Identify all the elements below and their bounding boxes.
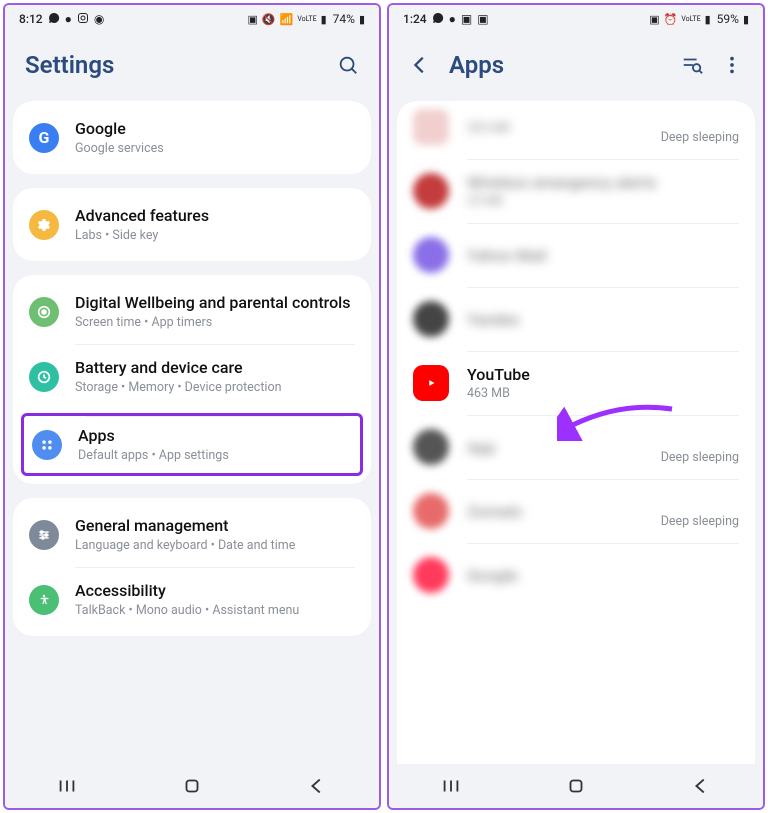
- settings-header: Settings: [5, 33, 379, 101]
- nfc-icon: ▣: [248, 13, 258, 26]
- app-icon: [413, 173, 449, 209]
- app-name: YouTube: [467, 365, 739, 384]
- status-time: 1:24: [403, 12, 427, 26]
- app-icon: [413, 109, 449, 145]
- signal-icon: ▮: [705, 13, 711, 26]
- recents-button[interactable]: [440, 775, 462, 797]
- page-title: Settings: [25, 51, 114, 79]
- page-title: Apps: [449, 51, 504, 79]
- app-icon: [413, 301, 449, 337]
- settings-item-battery-care[interactable]: Battery and device care Storage • Memory…: [13, 344, 371, 409]
- image-icon: ▣: [477, 12, 488, 26]
- app-icon: [413, 429, 449, 465]
- camera-icon: ◉: [94, 12, 104, 26]
- filter-search-icon[interactable]: [681, 54, 703, 76]
- wellbeing-icon: [29, 297, 59, 327]
- settings-item-google[interactable]: G Google Google services: [13, 105, 371, 170]
- battery-icon: ▮: [359, 13, 365, 26]
- settings-item-accessibility[interactable]: Accessibility TalkBack • Mono audio • As…: [13, 567, 371, 632]
- battery-icon: ▮: [743, 13, 749, 26]
- status-time: 8:12: [19, 12, 43, 26]
- app-row-youtube[interactable]: YouTube 463 MB: [397, 351, 755, 415]
- app-icon: [413, 237, 449, 273]
- app-row[interactable]: Yahoo Mail: [397, 223, 755, 287]
- phone-settings: 8:12 ● ◉ ▣ 🔇 📶 VoLTE ▮ 74% ▮ Settings: [3, 3, 381, 810]
- settings-content: G Google Google services Advanced featur…: [5, 101, 379, 764]
- app-icon: [413, 557, 449, 593]
- wifi-icon: 📶: [280, 13, 294, 26]
- back-button[interactable]: [306, 775, 328, 797]
- back-icon[interactable]: [409, 54, 431, 76]
- app-row[interactable]: Yandex: [397, 287, 755, 351]
- accessibility-icon: [29, 585, 59, 615]
- statusbar: 8:12 ● ◉ ▣ 🔇 📶 VoLTE ▮ 74% ▮: [5, 5, 379, 33]
- app-row[interactable]: Zomato Deep sleeping: [397, 479, 755, 543]
- google-icon: G: [29, 123, 59, 153]
- status-badge: Deep sleeping: [661, 514, 739, 529]
- settings-item-digital-wellbeing[interactable]: Digital Wellbeing and parental controls …: [13, 279, 371, 344]
- apps-content: 303 MB Deep sleeping Wireless emergency …: [389, 101, 763, 764]
- battery-text: 59%: [717, 12, 739, 26]
- device-care-icon: [29, 362, 59, 392]
- statusbar: 1:24 ● ▣ ▣ ▣ ⏰ VoLTE ▮ 59% ▮: [389, 5, 763, 33]
- mute-icon: 🔇: [262, 13, 276, 26]
- chat-icon: ●: [449, 12, 456, 26]
- apps-header: Apps: [389, 33, 763, 101]
- home-button[interactable]: [565, 775, 587, 797]
- check-icon: ▣: [461, 12, 472, 26]
- status-badge: Deep sleeping: [661, 130, 739, 145]
- settings-item-general-management[interactable]: General management Language and keyboard…: [13, 502, 371, 567]
- status-badge: Deep sleeping: [661, 450, 739, 465]
- home-button[interactable]: [181, 775, 203, 797]
- recents-button[interactable]: [56, 775, 78, 797]
- search-icon[interactable]: [337, 54, 359, 76]
- settings-item-advanced-features[interactable]: Advanced features Labs • Side key: [13, 192, 371, 257]
- battery-text: 74%: [333, 12, 355, 26]
- app-icon: [413, 493, 449, 529]
- app-size: 463 MB: [467, 386, 739, 401]
- back-button[interactable]: [690, 775, 712, 797]
- chat-icon: ●: [65, 12, 72, 26]
- volte-icon: VoLTE: [681, 15, 700, 23]
- app-row[interactable]: App Deep sleeping: [397, 415, 755, 479]
- whatsapp-icon: [432, 12, 444, 27]
- volte-icon: VoLTE: [297, 15, 316, 23]
- alarm-icon: ⏰: [664, 13, 678, 26]
- youtube-icon: [413, 365, 449, 401]
- app-row[interactable]: Google: [397, 543, 755, 607]
- apps-icon: [32, 430, 62, 460]
- app-row[interactable]: 303 MB Deep sleeping: [397, 105, 755, 159]
- android-navbar: [389, 764, 763, 808]
- sliders-icon: [29, 520, 59, 550]
- nfc-icon: ▣: [649, 13, 659, 26]
- instagram-icon: [77, 12, 89, 27]
- app-row[interactable]: Wireless emergency alerts 25 MB: [397, 159, 755, 223]
- signal-icon: ▮: [321, 13, 327, 26]
- android-navbar: [5, 764, 379, 808]
- whatsapp-icon: [48, 12, 60, 27]
- phone-apps: 1:24 ● ▣ ▣ ▣ ⏰ VoLTE ▮ 59% ▮ Apps: [387, 3, 765, 810]
- settings-item-apps[interactable]: Apps Default apps • App settings: [21, 413, 363, 476]
- gear-icon: [29, 210, 59, 240]
- more-icon[interactable]: [721, 54, 743, 76]
